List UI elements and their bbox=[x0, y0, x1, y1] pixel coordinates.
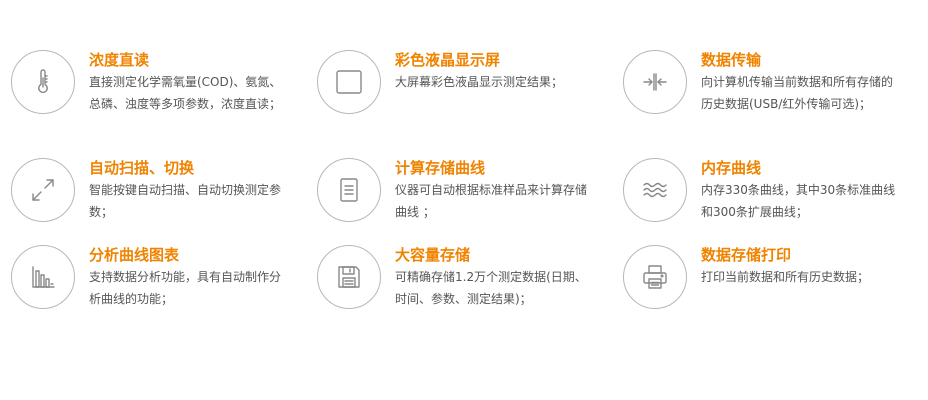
feature-description: 支持数据分析功能，具有自动制作分析曲线的功能； bbox=[89, 270, 282, 306]
feature-title: 计算存储曲线 bbox=[395, 159, 486, 177]
bar-chart-icon bbox=[32, 266, 55, 288]
feature-icon-circle bbox=[623, 158, 687, 222]
feature-title: 数据传输 bbox=[701, 51, 762, 69]
feature-concentration-reading: 浓度直读 直接测定化学需氧量(COD)、氨氮、总磷、浊度等多项参数，浓度直读； bbox=[11, 50, 301, 140]
floppy-disk-icon bbox=[338, 266, 360, 288]
feature-data-print: 数据存储打印 打印当前数据和所有历史数据； bbox=[623, 245, 913, 335]
feature-icon-circle bbox=[317, 50, 381, 114]
feature-analysis-chart: 分析曲线图表 支持数据分析功能，具有自动制作分析曲线的功能； bbox=[11, 245, 301, 335]
feature-icon-circle bbox=[11, 50, 75, 114]
thermometer-icon bbox=[38, 69, 48, 94]
feature-icon-circle bbox=[11, 158, 75, 222]
feature-title: 内存曲线 bbox=[701, 159, 762, 177]
feature-description: 打印当前数据和所有历史数据； bbox=[701, 270, 870, 284]
feature-description: 直接测定化学需氧量(COD)、氨氮、总磷、浊度等多项参数，浓度直读； bbox=[89, 75, 282, 111]
feature-title: 分析曲线图表 bbox=[89, 246, 180, 264]
feature-description: 内存330条曲线，其中30条标准曲线和300条扩展曲线； bbox=[701, 183, 896, 219]
lcd-screen-icon bbox=[336, 70, 362, 94]
feature-icon-circle bbox=[11, 245, 75, 309]
feature-description: 向计算机传输当前数据和所有存储的历史数据(USB/红外传输可选)； bbox=[701, 75, 894, 111]
feature-data-transfer: 数据传输 向计算机传输当前数据和所有存储的历史数据(USB/红外传输可选)； bbox=[623, 50, 913, 140]
feature-large-storage: 大容量存储 可精确存储1.2万个测定数据(日期、时间、参数、测定结果)； bbox=[317, 245, 607, 335]
feature-title: 数据存储打印 bbox=[701, 246, 792, 264]
feature-title: 自动扫描、切换 bbox=[89, 159, 195, 177]
feature-icon-circle bbox=[317, 245, 381, 309]
feature-description: 大屏幕彩色液晶显示测定结果； bbox=[395, 75, 564, 89]
feature-memory-curve: 内存曲线 内存330条曲线，其中30条标准曲线和300条扩展曲线； bbox=[623, 158, 913, 248]
feature-icon-circle bbox=[317, 158, 381, 222]
data-transfer-icon bbox=[643, 73, 667, 91]
feature-color-lcd: 彩色液晶显示屏 大屏幕彩色液晶显示测定结果； bbox=[317, 50, 607, 140]
feature-title: 彩色液晶显示屏 bbox=[395, 51, 501, 69]
feature-calc-store-curve: 计算存储曲线 仪器可自动根据标准样品来计算存储曲线 ； bbox=[317, 158, 607, 248]
printer-icon bbox=[643, 265, 667, 289]
curve-document-icon bbox=[340, 178, 358, 202]
feature-description: 仪器可自动根据标准样品来计算存储曲线 ； bbox=[395, 183, 588, 219]
feature-grid: 浓度直读 直接测定化学需氧量(COD)、氨氮、总磷、浊度等多项参数，浓度直读； … bbox=[0, 0, 928, 400]
feature-description: 可精确存储1.2万个测定数据(日期、时间、参数、测定结果)； bbox=[395, 270, 587, 306]
feature-description: 智能按键自动扫描、自动切换测定参数； bbox=[89, 183, 282, 219]
feature-icon-circle bbox=[623, 50, 687, 114]
feature-auto-scan-switch: 自动扫描、切换 智能按键自动扫描、自动切换测定参数； bbox=[11, 158, 301, 248]
feature-icon-circle bbox=[623, 245, 687, 309]
memory-curve-icon bbox=[643, 182, 667, 198]
feature-title: 浓度直读 bbox=[89, 51, 150, 69]
feature-title: 大容量存储 bbox=[395, 246, 471, 264]
scan-switch-icon bbox=[32, 179, 54, 201]
